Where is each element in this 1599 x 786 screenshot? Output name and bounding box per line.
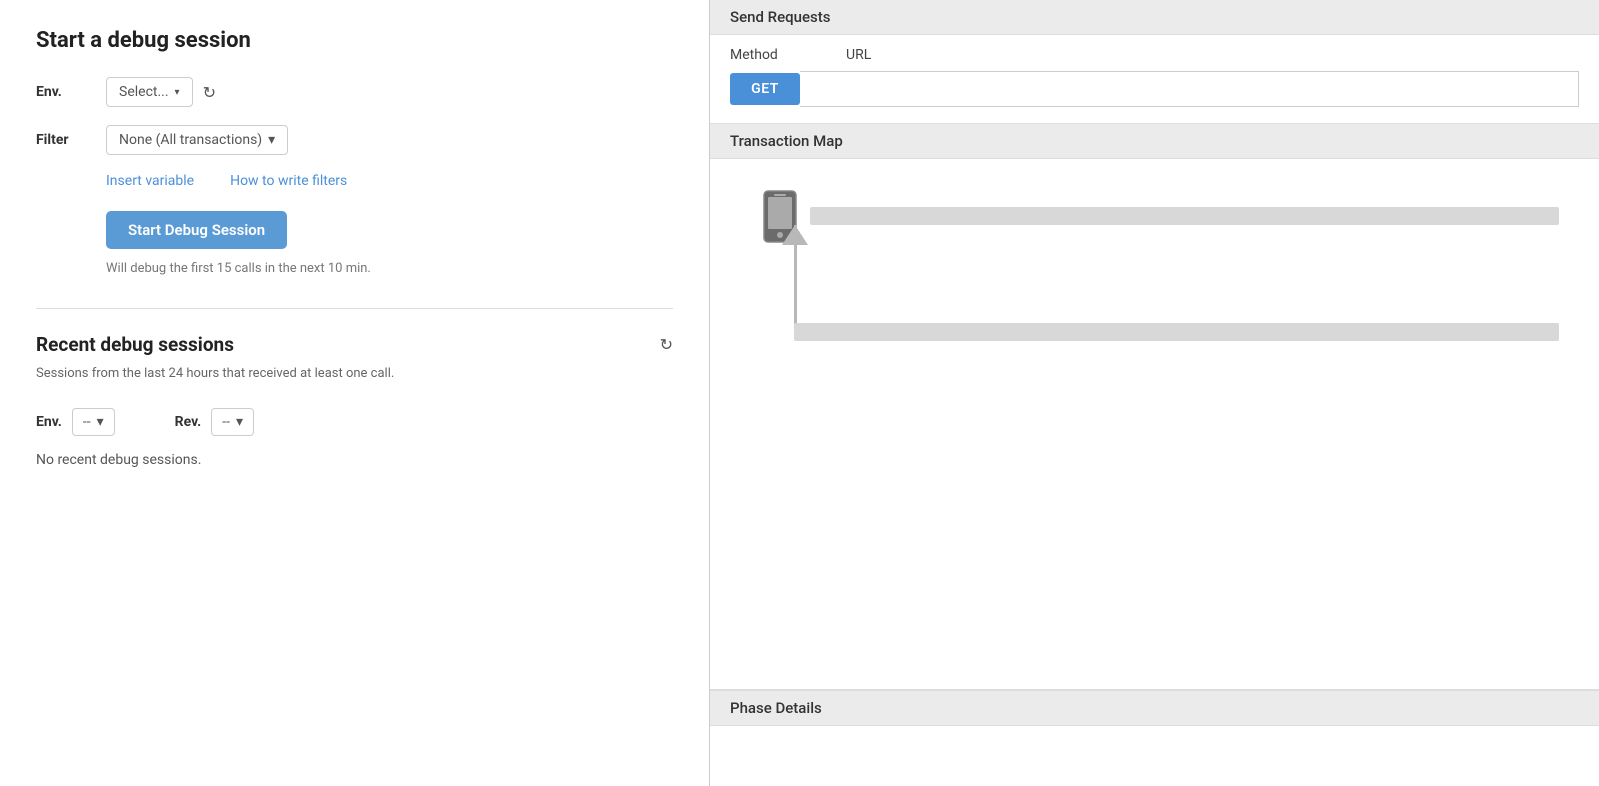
recent-rev-group: Rev. -- ▾ [175,408,254,436]
filter-row: Filter None (All transactions) ▾ [36,125,673,155]
env-label: Env. [36,84,106,100]
recent-refresh-icon[interactable]: ↻ [660,335,673,354]
transaction-diagram [730,179,1579,359]
method-label: Method [730,47,790,63]
filter-select[interactable]: None (All transactions) ▾ [106,125,288,155]
right-panel: Send Requests Method URL GET Transaction… [710,0,1599,786]
filter-chevron-icon: ▾ [268,132,275,148]
recent-rev-label: Rev. [175,414,202,430]
recent-rev-value: -- [222,414,230,430]
transaction-map-header: Transaction Map [710,124,1599,159]
url-label: URL [846,47,871,63]
start-debug-title: Start a debug session [36,28,673,53]
recent-description: Sessions from the last 24 hours that rec… [36,364,673,384]
recent-rev-select[interactable]: -- ▾ [211,408,254,436]
filter-select-value: None (All transactions) [119,132,262,148]
page-layout: Start a debug session Env. Select... ▾ ↻… [0,0,1599,786]
start-debug-section: Start a debug session Env. Select... ▾ ↻… [36,28,673,276]
method-url-labels: Method URL [730,47,1579,63]
url-input[interactable] [800,71,1579,107]
env-select[interactable]: Select... ▾ [106,77,193,107]
env-refresh-icon[interactable]: ↻ [203,83,216,102]
phase-details-inner [710,726,1599,786]
debug-info-text: Will debug the first 15 calls in the nex… [106,261,673,276]
no-sessions-text: No recent debug sessions. [36,452,673,468]
recent-debug-section: Recent debug sessions ↻ Sessions from th… [36,333,673,468]
recent-rev-chevron-icon: ▾ [236,414,243,430]
arrow-bottom-bar [794,323,1559,341]
recent-filter-row: Env. -- ▾ Rev. -- ▾ [36,408,673,436]
how-to-write-filters-link[interactable]: How to write filters [230,173,347,189]
recent-debug-title: Recent debug sessions [36,333,234,356]
method-url-row: GET [730,71,1579,107]
recent-env-chevron-icon: ▾ [97,414,104,430]
left-panel: Start a debug session Env. Select... ▾ ↻… [0,0,710,786]
insert-variable-link[interactable]: Insert variable [106,173,194,189]
arrow-head-icon [782,225,808,245]
transaction-map-section: Transaction Map [710,124,1599,690]
recent-debug-header: Recent debug sessions ↻ [36,333,673,356]
env-select-value: Select... [119,84,169,100]
start-debug-button[interactable]: Start Debug Session [106,211,287,249]
horizontal-bar [810,207,1559,225]
recent-env-group: Env. -- ▾ [36,408,115,436]
phase-details-header: Phase Details [710,691,1599,726]
send-requests-section: Send Requests Method URL GET [710,0,1599,124]
send-requests-inner: Method URL GET [710,35,1599,123]
recent-env-label: Env. [36,414,62,430]
section-divider [36,308,673,309]
get-method-button[interactable]: GET [730,73,800,105]
env-row: Env. Select... ▾ ↻ [36,77,673,107]
recent-env-select[interactable]: -- ▾ [72,408,115,436]
recent-env-value: -- [83,414,91,430]
send-requests-header: Send Requests [710,0,1599,35]
filter-label: Filter [36,132,106,148]
links-row: Insert variable How to write filters [106,173,673,189]
phase-details-section: Phase Details [710,690,1599,786]
env-chevron-icon: ▾ [175,87,180,98]
transaction-map-inner [710,159,1599,689]
